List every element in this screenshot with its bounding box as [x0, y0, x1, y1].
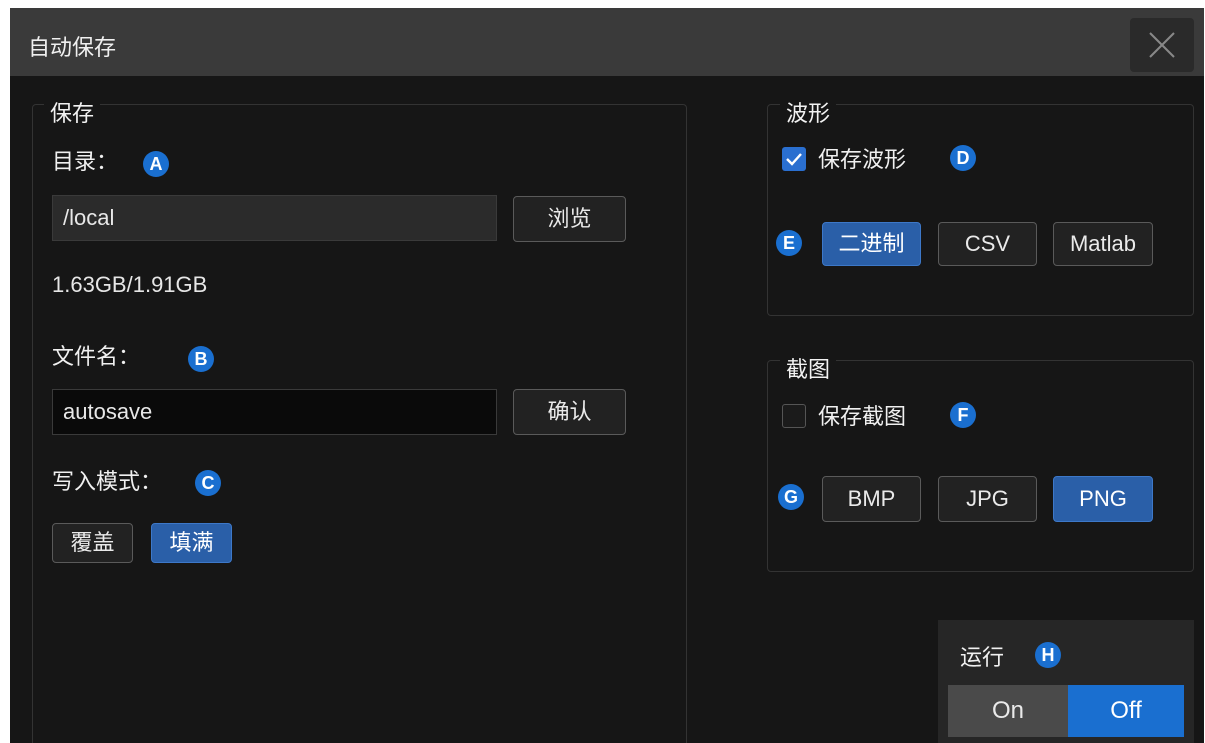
save-group-title: 保存	[44, 96, 101, 128]
close-button[interactable]	[1130, 18, 1194, 72]
screenshot-group-title: 截图	[780, 352, 837, 384]
badge-h: H	[1035, 642, 1061, 668]
run-off-button[interactable]: Off	[1068, 685, 1184, 737]
run-label: 运行	[960, 646, 1005, 671]
write-mode-fill-button[interactable]: 填满	[151, 523, 232, 563]
title-bar: 自动保存	[10, 8, 1204, 76]
save-waveform-label[interactable]: 保存波形	[818, 142, 906, 174]
format-png-button[interactable]: PNG	[1053, 476, 1153, 522]
directory-field[interactable]: /local	[52, 195, 497, 241]
waveform-group-title: 波形	[780, 96, 837, 128]
run-on-button[interactable]: On	[948, 685, 1068, 737]
badge-g: G	[778, 484, 804, 510]
format-bmp-button[interactable]: BMP	[822, 476, 921, 522]
badge-c: C	[195, 470, 221, 496]
format-jpg-button[interactable]: JPG	[938, 476, 1037, 522]
save-screenshot-checkbox[interactable]	[782, 404, 806, 428]
write-mode-label: 写入模式：	[52, 470, 163, 495]
directory-label: 目录：	[52, 150, 119, 175]
dialog-title: 自动保存	[28, 36, 117, 61]
storage-usage: 1.63GB/1.91GB	[52, 272, 208, 297]
badge-b: B	[188, 346, 214, 372]
badge-d: D	[950, 145, 976, 171]
badge-e: E	[776, 230, 802, 256]
save-screenshot-label[interactable]: 保存截图	[818, 399, 906, 431]
autosave-dialog: 自动保存 保存 目录： A /local 浏览 1.63GB/1.91GB 文件…	[10, 8, 1204, 743]
save-waveform-checkbox[interactable]	[782, 147, 806, 171]
waveform-group	[767, 104, 1194, 316]
filename-field[interactable]: autosave	[52, 389, 497, 435]
close-icon	[1149, 32, 1175, 58]
screenshot-group	[767, 360, 1194, 572]
badge-f: F	[950, 402, 976, 428]
write-mode-overwrite-button[interactable]: 覆盖	[52, 523, 133, 563]
format-matlab-button[interactable]: Matlab	[1053, 222, 1153, 266]
format-binary-button[interactable]: 二进制	[822, 222, 921, 266]
browse-button[interactable]: 浏览	[513, 196, 626, 242]
run-panel: 运行 H On Off	[938, 620, 1194, 743]
format-csv-button[interactable]: CSV	[938, 222, 1037, 266]
confirm-button[interactable]: 确认	[513, 389, 626, 435]
checkmark-icon	[786, 153, 802, 166]
filename-label: 文件名：	[52, 345, 141, 370]
badge-a: A	[143, 151, 169, 177]
